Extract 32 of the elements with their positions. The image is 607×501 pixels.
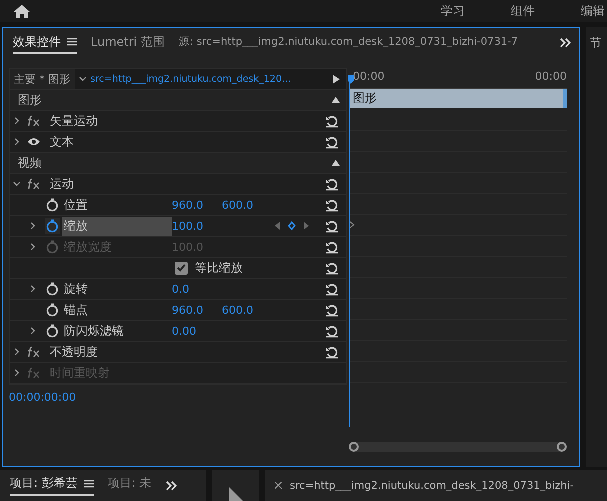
- workspace-tab[interactable]: 编辑: [581, 2, 605, 20]
- panel-tab[interactable]: 效果控件: [13, 32, 77, 54]
- parameter-name[interactable]: 位置: [62, 196, 172, 214]
- workspace-tab[interactable]: 学习: [441, 2, 465, 20]
- panel-tab[interactable]: 源: src=http___img2.niutuku.com_desk_1208_0731_bizhi-0731-7: [178, 32, 518, 54]
- effect-name[interactable]: 运动: [48, 174, 76, 194]
- checkbox-label: 等比缩放: [194, 260, 244, 276]
- parameter-name[interactable]: 旋转: [62, 280, 172, 298]
- clip-bar[interactable]: 图形: [349, 89, 567, 108]
- project-tab[interactable]: 项目: 未: [108, 475, 152, 496]
- section-title: 视频: [17, 154, 43, 172]
- project-tab[interactable]: 项目: 彭希芸: [10, 475, 94, 496]
- parameter-value[interactable]: 0.00: [172, 324, 222, 338]
- parameter-name[interactable]: 锚点: [62, 300, 172, 320]
- parameter-value[interactable]: 600.0: [222, 304, 272, 316]
- parameter-name[interactable]: 缩放: [62, 216, 172, 236]
- parameter-name[interactable]: 防闪烁滤镜: [62, 322, 172, 340]
- panel-tab[interactable]: 节: [586, 27, 607, 467]
- panel-tab[interactable]: Lumetri 范围: [91, 32, 165, 54]
- parameter-value[interactable]: 960.0: [172, 198, 222, 212]
- parameter-value[interactable]: 0.0: [172, 282, 222, 296]
- effect-name[interactable]: 不透明度: [48, 342, 100, 362]
- master-clip-label: 主要 * 图形: [13, 72, 72, 86]
- parameter-value[interactable]: 100.0: [172, 220, 222, 232]
- workspace-tab[interactable]: 组件: [511, 2, 535, 20]
- timecode[interactable]: 00:00:00:00: [9, 385, 347, 404]
- parameter-value[interactable]: 600.0: [222, 198, 272, 212]
- section-title: 图形: [17, 92, 43, 108]
- effect-name[interactable]: 文本: [48, 132, 76, 152]
- effect-name[interactable]: 矢量运动: [48, 112, 100, 130]
- parameter-value[interactable]: 960.0: [172, 304, 222, 316]
- clip-dropdown[interactable]: src=http___img2.niutuku.com_desk_120…: [74, 69, 346, 89]
